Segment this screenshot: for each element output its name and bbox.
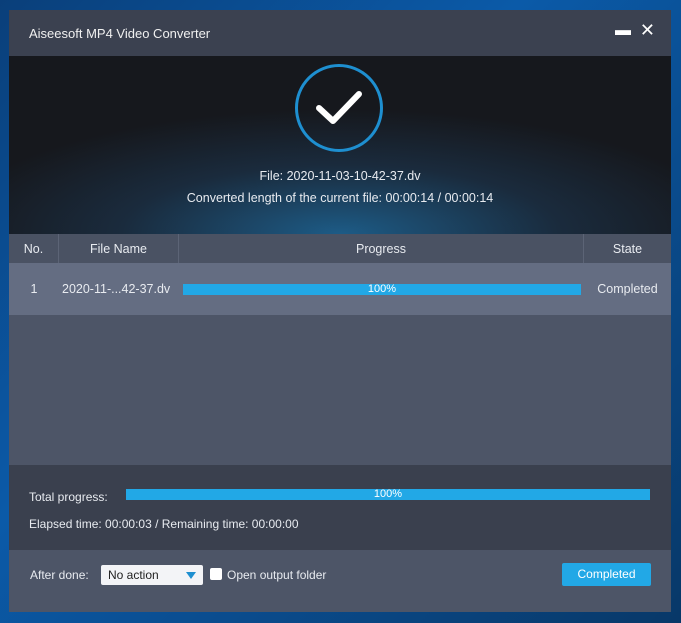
row-file-name: 2020-11-...42-37.dv [62,282,171,296]
total-progress-bar: 100% [126,489,650,500]
row-no: 1 [30,282,38,296]
time-info: Elapsed time: 00:00:03 / Remaining time:… [29,517,299,531]
title-bar: Aiseesoft MP4 Video Converter ▬ ✕ [9,10,671,56]
converted-length: Converted length of the current file: 00… [186,191,494,205]
open-folder-label[interactable]: Open output folder [227,568,326,582]
col-file-name: File Name [59,234,179,263]
row-state: Completed [597,282,658,296]
after-done-label: After done: [30,568,89,582]
open-folder-checkbox[interactable] [210,568,222,580]
window-title: Aiseesoft MP4 Video Converter [29,25,211,41]
checkmark-icon [295,64,383,152]
col-no: No. [9,234,59,263]
footer: After done: No action Open output folder… [9,550,671,612]
converter-window: Aiseesoft MP4 Video Converter ▬ ✕ File: … [9,10,671,612]
after-done-value: No action [108,568,159,582]
col-state: State [612,241,643,256]
close-icon[interactable]: ✕ [640,20,655,41]
col-progress: Progress [179,234,584,263]
table-header: No. File Name Progress State [9,234,671,263]
completed-button[interactable]: Completed [562,563,651,586]
table-empty-area [9,315,671,465]
total-progress-label: Total progress: [29,490,108,504]
after-done-select[interactable]: No action [101,565,203,585]
chevron-down-icon [186,572,196,579]
total-progress-panel: Total progress: 100% Elapsed time: 00:00… [9,465,671,550]
completion-banner: File: 2020-11-03-10-42-37.dv Converted l… [9,56,671,234]
row-progress-bar: 100% [183,283,581,295]
current-file: File: 2020-11-03-10-42-37.dv [259,169,421,183]
table-row[interactable]: 1 2020-11-...42-37.dv 100% Completed [9,263,671,315]
minimize-icon[interactable]: ▬ [615,22,631,40]
